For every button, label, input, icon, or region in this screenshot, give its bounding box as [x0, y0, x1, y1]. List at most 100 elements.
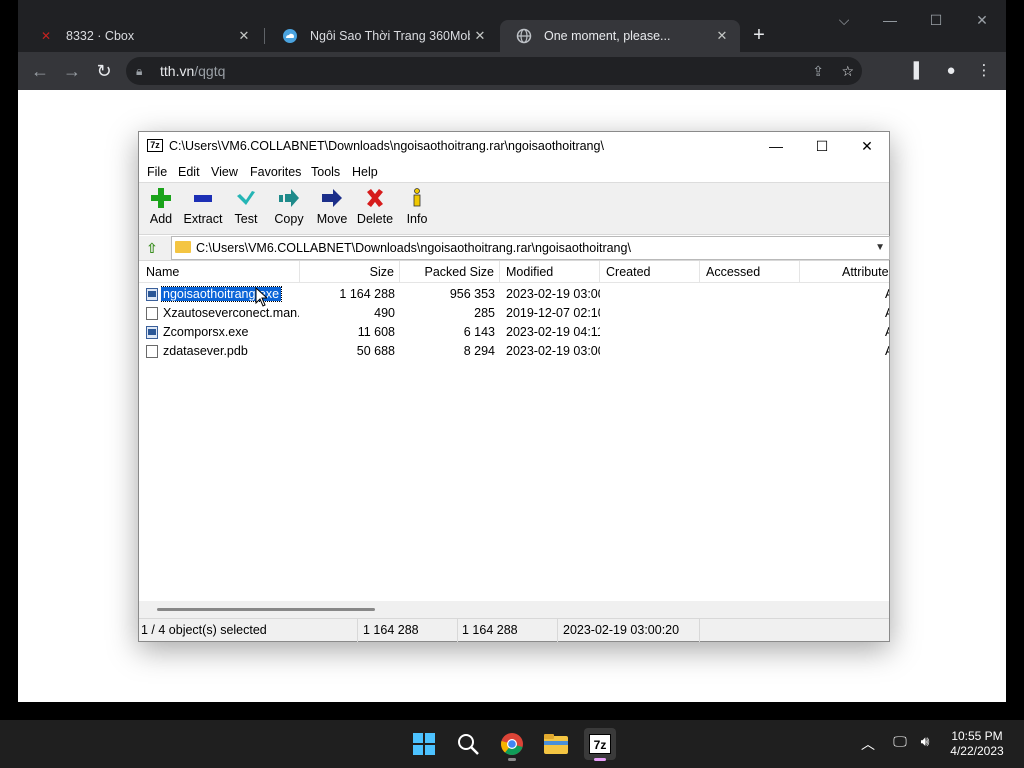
path-combobox[interactable]: C:\Users\VM6.COLLABNET\Downloads\ngoisao… [171, 236, 890, 260]
tab-title: One moment, please... [544, 29, 671, 43]
new-tab-icon[interactable]: + [748, 24, 770, 46]
clock-date: 4/22/2023 [950, 744, 1004, 758]
file-attributes: A [885, 342, 889, 361]
address-bar[interactable]: 🔒︎ tth.vn/qgtq ⇪ ☆ [126, 57, 862, 85]
profile-icon[interactable]: ● [940, 61, 962, 81]
minimize-icon[interactable]: — [876, 12, 904, 28]
file-size: 1 164 288 [339, 287, 395, 301]
maximize-icon[interactable]: ☐ [799, 132, 845, 161]
file-modified: 2019-12-07 02:10 [506, 306, 600, 320]
running-indicator [594, 758, 606, 761]
file-packed-size: 6 143 [463, 325, 495, 339]
tab-cbox[interactable]: ✕ 8332 · Cbox ✕ [22, 20, 262, 52]
forward-arrow-icon[interactable]: → [60, 61, 84, 81]
file-row[interactable]: ngoisaothoitrang.exe 1 164 288 956 353 2… [139, 285, 889, 304]
horizontal-scrollbar[interactable] [139, 601, 889, 618]
file-name: Zcomporsx.exe [163, 325, 249, 339]
browser-toolbar: ← → ↻ 🔒︎ tth.vn/qgtq ⇪ ☆ ▌ ● ⋮ [18, 52, 1006, 90]
more-menu-icon[interactable]: ⋮ [973, 61, 995, 81]
7zip-app-icon: 7z [147, 139, 163, 152]
side-panel-icon[interactable]: ▌ [908, 61, 930, 81]
file-modified: 2023-02-19 03:00 [506, 287, 600, 301]
close-tab-icon[interactable]: ✕ [714, 28, 730, 44]
close-tab-icon[interactable]: ✕ [472, 28, 488, 44]
clock[interactable]: 10:55 PM 4/22/2023 [934, 729, 1020, 759]
column-accessed[interactable]: Accessed [700, 261, 800, 283]
menu-tools[interactable]: Tools [307, 161, 344, 183]
chevron-up-icon[interactable]: ︿ [858, 734, 878, 754]
extract-button[interactable]: Extract [181, 187, 225, 233]
file-row[interactable]: Zcomporsx.exe 11 608 6 143 2023-02-19 04… [139, 323, 889, 342]
running-indicator [508, 758, 516, 761]
file-modified: 2023-02-19 04:11 [506, 325, 600, 339]
tab-title: 8332 · Cbox [66, 29, 135, 43]
column-size[interactable]: Size [300, 261, 400, 283]
file-modified: 2023-02-19 03:00 [506, 344, 600, 358]
minimize-icon[interactable]: — [753, 132, 799, 161]
url-host: tth.vn [160, 63, 195, 79]
list-header: Name Size Packed Size Modified Created A… [139, 261, 889, 283]
7zip-titlebar: 7z C:\Users\VM6.COLLABNET\Downloads\ngoi… [139, 132, 889, 161]
column-created[interactable]: Created [600, 261, 700, 283]
close-icon[interactable]: ✕ [844, 132, 890, 161]
windows-start-icon[interactable] [408, 728, 440, 760]
maximize-icon[interactable]: ☐ [922, 12, 950, 29]
search-icon[interactable] [452, 728, 484, 760]
info-button[interactable]: Info [395, 187, 439, 233]
exe-file-icon [146, 288, 158, 301]
file-row[interactable]: zdatasever.pdb 50 688 8 294 2023-02-19 0… [139, 342, 889, 361]
menu-help[interactable]: Help [348, 161, 382, 183]
tab-search-chevron-icon[interactable]: ⌵ [830, 12, 858, 29]
globe-icon [516, 28, 532, 44]
bookmark-star-icon[interactable]: ☆ [841, 57, 854, 85]
file-explorer-icon[interactable] [540, 728, 572, 760]
menu-view[interactable]: View [207, 161, 242, 183]
file-size: 11 608 [357, 325, 395, 339]
path-bar: ⇧ C:\Users\VM6.COLLABNET\Downloads\ngois… [139, 236, 890, 260]
share-icon[interactable]: ⇪ [812, 57, 824, 85]
minus-icon [181, 187, 225, 211]
7zip-icon[interactable]: 7z [584, 728, 616, 761]
status-bar: 1 / 4 object(s) selected 1 164 288 1 164… [139, 618, 889, 642]
tab-title: Ngôi Sao Thời Trang 360Mobi AI [310, 29, 470, 43]
file-attributes: A [885, 304, 889, 323]
exe-file-icon [146, 326, 158, 339]
chevron-down-icon[interactable]: ▼ [875, 237, 885, 259]
column-packed-size[interactable]: Packed Size [400, 261, 500, 283]
tab-strip: ✕ 8332 · Cbox ✕ Ngôi Sao Thời Trang 360M… [18, 0, 1006, 52]
file-packed-size: 285 [474, 306, 495, 320]
folder-up-icon[interactable]: ⇧ [143, 239, 161, 257]
test-button[interactable]: Test [224, 187, 268, 233]
reload-icon[interactable]: ↻ [92, 61, 116, 81]
add-button[interactable]: Add [139, 187, 183, 233]
window-title: C:\Users\VM6.COLLABNET\Downloads\ngoisao… [169, 139, 604, 153]
tab-one-moment[interactable]: One moment, please... ✕ [500, 20, 740, 52]
menu-favorites[interactable]: Favorites [246, 161, 305, 183]
close-tab-icon[interactable]: ✕ [236, 28, 252, 44]
chrome-icon[interactable] [496, 728, 528, 761]
tab-ngoisao[interactable]: Ngôi Sao Thời Trang 360Mobi AI ✕ [266, 20, 498, 52]
cloud-icon [282, 28, 298, 44]
network-icon[interactable]: 🖵︎ [890, 733, 910, 750]
file-name: Xzautoseverconect.man... [163, 306, 299, 320]
menu-edit[interactable]: Edit [174, 161, 204, 183]
status-size: 1 164 288 [358, 619, 458, 642]
delete-button[interactable]: Delete [353, 187, 397, 233]
column-modified[interactable]: Modified [500, 261, 600, 283]
volume-icon[interactable]: 🔊︎ [914, 733, 936, 750]
back-arrow-icon[interactable]: ← [28, 61, 52, 81]
scrollbar-thumb[interactable] [157, 608, 375, 611]
close-window-icon[interactable]: ✕ [968, 12, 996, 29]
7zip-window: 7z C:\Users\VM6.COLLABNET\Downloads\ngoi… [138, 131, 890, 642]
column-attributes[interactable]: Attributes [800, 261, 889, 283]
file-row[interactable]: Xzautoseverconect.man... 490 285 2019-12… [139, 304, 889, 323]
file-size: 490 [374, 306, 395, 320]
red-x-icon: ✕ [40, 29, 52, 43]
copy-button[interactable]: Copy [267, 187, 311, 233]
move-button[interactable]: Move [310, 187, 354, 233]
tab-separator [264, 28, 265, 44]
taskbar: 7z ︿ 🖵︎ 🔊︎ 10:55 PM 4/22/2023 [0, 720, 1024, 768]
column-name[interactable]: Name [139, 261, 300, 283]
plus-icon [139, 187, 183, 211]
menu-file[interactable]: File [143, 161, 171, 183]
